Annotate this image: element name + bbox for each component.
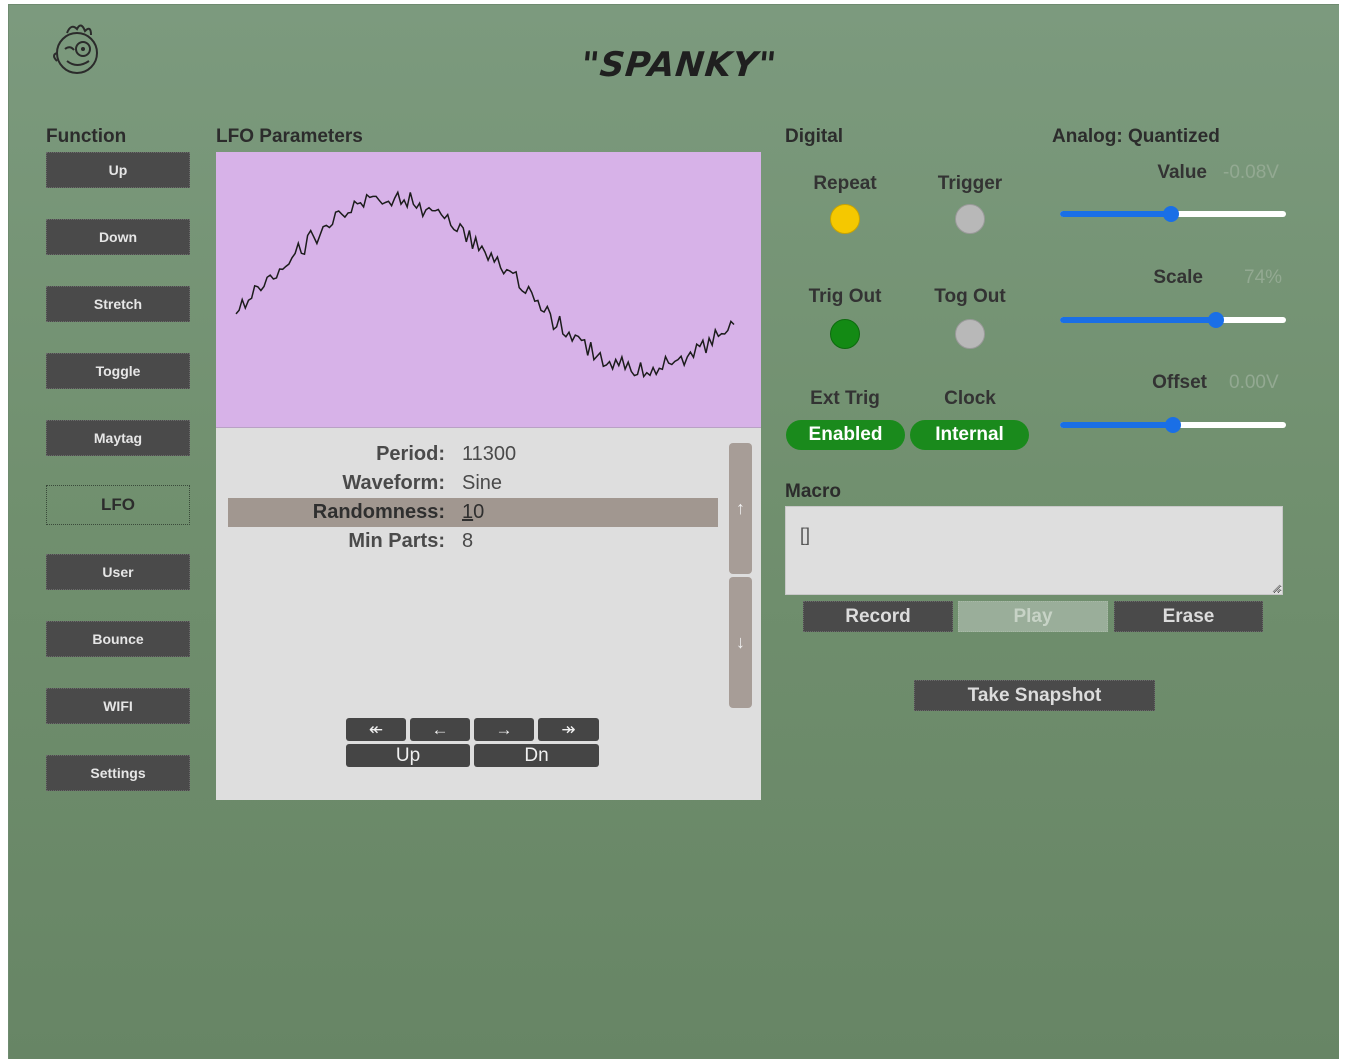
waveform-line: [235, 190, 735, 379]
waveform-display: [216, 152, 761, 428]
function-user-button[interactable]: User: [46, 554, 190, 590]
clock-toggle[interactable]: Internal: [910, 420, 1029, 450]
app-title: "SPANKY": [579, 45, 779, 85]
offset-readout: 0.00V: [1229, 372, 1279, 393]
lfo-title: LFO Parameters: [216, 126, 363, 147]
scale-slider[interactable]: [1060, 311, 1286, 329]
param-value[interactable]: Sine: [462, 472, 502, 495]
ext-trig-label: Ext Trig: [810, 388, 880, 409]
scroll-up-button[interactable]: ↑: [729, 443, 752, 574]
param-label: Period:: [376, 443, 445, 465]
function-bounce-button[interactable]: Bounce: [46, 621, 190, 657]
repeat-label: Repeat: [813, 173, 877, 194]
function-toggle-button[interactable]: Toggle: [46, 353, 190, 389]
offset-slider-thumb[interactable]: [1165, 417, 1181, 433]
macro-textarea[interactable]: []: [785, 506, 1283, 595]
nav-next-button[interactable]: →: [474, 718, 534, 741]
param-value[interactable]: 8: [462, 530, 473, 553]
trig-out-indicator: [830, 319, 860, 349]
analog-title: Analog: Quantized: [1052, 126, 1220, 147]
nav-prev-button[interactable]: ←: [410, 718, 470, 741]
logo-icon: [53, 24, 98, 74]
param-label: Waveform:: [342, 472, 445, 494]
value-slider[interactable]: [1060, 205, 1286, 223]
take-snapshot-button[interactable]: Take Snapshot: [914, 680, 1155, 711]
function-up-button[interactable]: Up: [46, 152, 190, 188]
param-row[interactable]: Min Parts: 8: [228, 527, 718, 556]
param-value[interactable]: 11300: [462, 443, 516, 466]
function-title: Function: [46, 126, 127, 147]
value-readout: -0.08V: [1223, 162, 1279, 183]
nav-first-button[interactable]: ↞: [346, 718, 406, 741]
ext-trig-toggle[interactable]: Enabled: [786, 420, 905, 450]
function-down-button[interactable]: Down: [46, 219, 190, 255]
function-wifi-button[interactable]: WIFI: [46, 688, 190, 724]
scale-readout: 74%: [1244, 267, 1283, 288]
function-settings-button[interactable]: Settings: [46, 755, 190, 791]
play-button[interactable]: Play: [958, 601, 1108, 632]
trigger-indicator: [955, 204, 985, 234]
function-stretch-button[interactable]: Stretch: [46, 286, 190, 322]
scale-slider-thumb[interactable]: [1207, 312, 1224, 328]
nav-dn-button[interactable]: Dn: [474, 744, 599, 767]
app-window: "SPANKY" Function Up Down Stretch Toggle May…: [8, 4, 1339, 1059]
lfo-panel: Period: 11300 Waveform: Sine Randomness: 10 Mi…: [216, 152, 761, 800]
trig-out-label: Trig Out: [808, 286, 882, 307]
trigger-label: Trigger: [937, 173, 1003, 194]
nav-last-button[interactable]: ↠: [538, 718, 599, 741]
function-lfo-button[interactable]: LFO: [46, 485, 190, 525]
resize-grip-icon[interactable]: [1271, 583, 1281, 593]
param-row[interactable]: Randomness: 10: [228, 498, 718, 527]
tog-out-indicator: [955, 319, 985, 349]
tog-out-label: Tog Out: [934, 286, 1006, 307]
erase-button[interactable]: Erase: [1114, 601, 1263, 632]
nav-up-button[interactable]: Up: [346, 744, 470, 767]
scale-label: Scale: [1153, 267, 1203, 288]
offset-slider[interactable]: [1060, 416, 1286, 434]
repeat-indicator: [830, 204, 860, 234]
clock-label: Clock: [944, 388, 996, 409]
param-row[interactable]: Waveform: Sine: [228, 469, 718, 498]
value-label: Value: [1157, 162, 1207, 183]
function-maytag-button[interactable]: Maytag: [46, 420, 190, 456]
record-button[interactable]: Record: [803, 601, 953, 632]
digital-title: Digital: [785, 126, 844, 147]
param-value[interactable]: 10: [462, 501, 484, 524]
param-row[interactable]: Period: 11300: [228, 440, 718, 469]
param-label: Randomness:: [312, 501, 445, 523]
macro-title: Macro: [785, 481, 841, 502]
offset-label: Offset: [1152, 372, 1207, 393]
param-label: Min Parts:: [348, 530, 445, 552]
parameter-list: Period: 11300 Waveform: Sine Randomness: 10 Mi…: [228, 440, 718, 556]
value-slider-thumb[interactable]: [1162, 206, 1179, 222]
waveform-plot: [235, 190, 735, 379]
scroll-down-button[interactable]: ↓: [729, 577, 752, 708]
